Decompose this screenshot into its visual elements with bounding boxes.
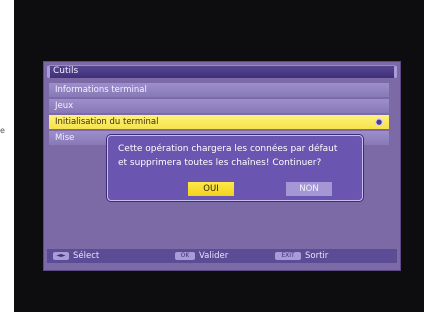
- confirm-dialog: Cette opération chargera les connées par…: [107, 135, 363, 201]
- footer-validate-label: Valider: [199, 251, 229, 261]
- menu-item-initialisation[interactable]: Initialisation du terminal ●: [49, 115, 389, 129]
- menu-item-label: Informations terminal: [55, 85, 147, 95]
- menu-item-jeux[interactable]: Jeux: [49, 99, 389, 113]
- osd-screen: Cutils Informations terminal Jeux Initia…: [43, 61, 401, 271]
- footer-exit-label: Sortir: [305, 251, 329, 261]
- titlebar-cap-right: [394, 66, 397, 78]
- menu-title: Cutils: [53, 66, 79, 76]
- footer-select-label: Sélect: [73, 251, 100, 261]
- titlebar-cap-left: [47, 66, 50, 78]
- menu-item-informations-terminal[interactable]: Informations terminal: [49, 83, 389, 97]
- menu-item-label: Initialisation du terminal: [55, 117, 159, 127]
- dialog-message-line-1: Cette opération chargera les connées par…: [118, 144, 338, 154]
- yes-button[interactable]: OUI: [188, 182, 234, 196]
- page-marker: e: [0, 126, 5, 135]
- selected-indicator-icon: ●: [375, 118, 383, 126]
- menu-item-label: Jeux: [55, 101, 74, 111]
- ok-key-icon: OK: [175, 252, 195, 260]
- dialog-message: Cette opération chargera les connées par…: [118, 142, 354, 170]
- tv-frame: Cutils Informations terminal Jeux Initia…: [14, 0, 424, 312]
- menu-titlebar: Cutils: [47, 65, 397, 78]
- arrow-keys-icon: ◄►: [53, 252, 69, 260]
- menu-item-label: Mise: [55, 133, 75, 143]
- dialog-message-line-2: et supprimera toutes les chaînes! Contin…: [118, 158, 322, 168]
- no-button[interactable]: NON: [286, 182, 332, 196]
- footer-bar: ◄► Sélect OK Valider EXIT Sortir: [47, 249, 397, 263]
- exit-key-icon: EXIT: [275, 252, 301, 260]
